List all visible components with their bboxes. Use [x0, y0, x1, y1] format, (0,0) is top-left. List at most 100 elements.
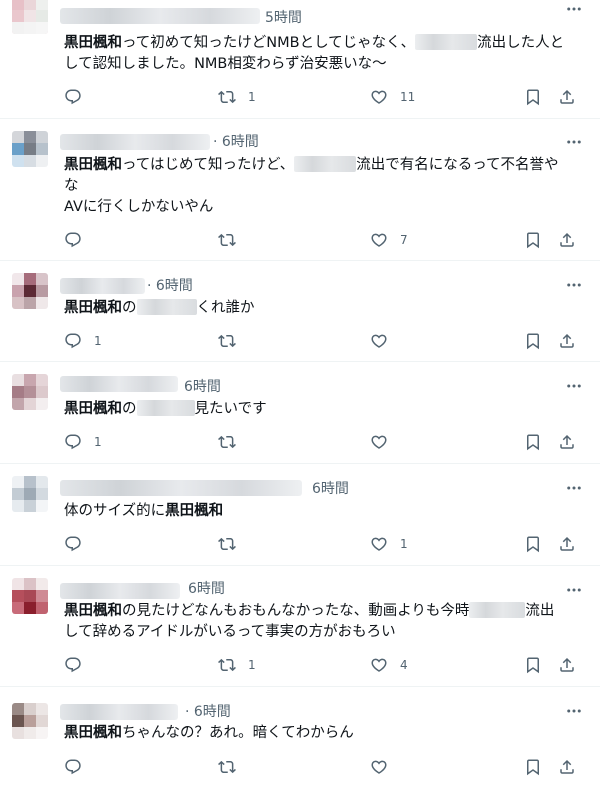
- highlight-keyword: 黒田楓和: [64, 157, 122, 173]
- avatar[interactable]: [12, 273, 48, 309]
- like-icon: [370, 535, 388, 553]
- post[interactable]: 6時間 黒田楓和の 見たいです 1: [0, 362, 600, 464]
- reply-button[interactable]: [64, 756, 94, 778]
- bookmark-button[interactable]: [524, 86, 542, 108]
- avatar[interactable]: [12, 374, 48, 410]
- post-time[interactable]: 6時間: [188, 580, 225, 598]
- author-name[interactable]: [60, 376, 178, 392]
- post[interactable]: · 6時間 黒田楓和の くれ誰か 1: [0, 261, 600, 362]
- retweet-icon: [218, 758, 236, 776]
- share-button[interactable]: [558, 229, 576, 251]
- like-button[interactable]: [370, 756, 400, 778]
- post-text: 黒田楓和って初めて知ったけどNMBとしてじゃなく、 流出した人と して認知しました…: [64, 34, 565, 72]
- highlight-keyword: 黒田楓和: [64, 603, 122, 619]
- post[interactable]: · 6時間 黒田楓和ってはじめて知ったけど、 流出で有名になるって不名誉や な A…: [0, 119, 600, 261]
- retweet-button[interactable]: [218, 756, 248, 778]
- reply-button[interactable]: [64, 533, 94, 555]
- share-icon: [558, 88, 576, 106]
- more-icon[interactable]: [564, 581, 584, 599]
- author-name[interactable]: [60, 704, 178, 720]
- retweet-button[interactable]: 1: [218, 654, 256, 676]
- avatar[interactable]: [12, 131, 48, 167]
- retweet-icon: [218, 332, 236, 350]
- bookmark-icon: [524, 231, 542, 249]
- highlight-keyword: 黒田楓和: [165, 503, 224, 519]
- reply-icon: [64, 535, 82, 553]
- more-icon[interactable]: [564, 702, 584, 720]
- like-button[interactable]: 1: [370, 533, 408, 555]
- author-name[interactable]: [60, 583, 180, 599]
- post-time[interactable]: 6時間: [312, 480, 349, 498]
- bookmark-button[interactable]: [524, 533, 542, 555]
- post-time[interactable]: · 6時間: [185, 703, 231, 721]
- author-name[interactable]: [60, 480, 302, 496]
- bookmark-button[interactable]: [524, 229, 542, 251]
- post-time[interactable]: · 6時間: [213, 133, 259, 151]
- post-text: 黒田楓和ってはじめて知ったけど、 流出で有名になるって不名誉や な AVに行くしか…: [64, 156, 559, 215]
- like-button[interactable]: [370, 330, 400, 352]
- action-bar: 1 11: [64, 86, 584, 108]
- more-icon[interactable]: [564, 133, 584, 151]
- post-time[interactable]: 5時間: [265, 9, 302, 27]
- author-name[interactable]: [60, 134, 210, 150]
- avatar[interactable]: [12, 0, 48, 34]
- post-text: 体のサイズ的に黒田楓和: [64, 503, 224, 519]
- like-button[interactable]: 11: [370, 86, 415, 108]
- retweet-button[interactable]: [218, 431, 248, 453]
- reply-button[interactable]: [64, 654, 94, 676]
- post-text: 黒田楓和ちゃんなの？あれ。暗くてわからん: [64, 725, 354, 741]
- more-icon[interactable]: [564, 276, 584, 294]
- share-button[interactable]: [558, 86, 576, 108]
- post-text: 黒田楓和の見たけどなんもおもんなかったな、動画よりも今時 流出 して辞めるアイドル…: [64, 602, 555, 640]
- share-icon: [558, 535, 576, 553]
- redacted-text: [136, 400, 195, 416]
- reply-button[interactable]: 1: [64, 431, 102, 453]
- share-button[interactable]: [558, 431, 576, 453]
- post-time[interactable]: 6時間: [184, 378, 221, 396]
- post[interactable]: · 6時間 黒田楓和ちゃんなの？あれ。暗くてわからん: [0, 687, 600, 792]
- reply-icon: [64, 88, 82, 106]
- reply-button[interactable]: 1: [64, 330, 102, 352]
- share-button[interactable]: [558, 330, 576, 352]
- bookmark-button[interactable]: [524, 431, 542, 453]
- retweet-icon: [218, 656, 236, 674]
- avatar[interactable]: [12, 578, 48, 614]
- retweet-button[interactable]: [218, 533, 248, 555]
- retweet-button[interactable]: [218, 229, 248, 251]
- post[interactable]: 5時間 黒田楓和って初めて知ったけどNMBとしてじゃなく、 流出した人と して認知…: [0, 0, 600, 119]
- avatar[interactable]: [12, 476, 48, 512]
- retweet-button[interactable]: [218, 330, 248, 352]
- retweet-icon: [218, 535, 236, 553]
- bookmark-button[interactable]: [524, 654, 542, 676]
- reply-icon: [64, 758, 82, 776]
- like-button[interactable]: 7: [370, 229, 408, 251]
- share-icon: [558, 231, 576, 249]
- author-name[interactable]: [60, 8, 260, 24]
- bookmark-button[interactable]: [524, 756, 542, 778]
- like-button[interactable]: [370, 431, 400, 453]
- share-icon: [558, 433, 576, 451]
- highlight-keyword: 黒田楓和: [64, 725, 122, 741]
- bookmark-button[interactable]: [524, 330, 542, 352]
- reply-button[interactable]: [64, 229, 94, 251]
- post-time[interactable]: · 6時間: [147, 277, 193, 295]
- like-icon: [370, 88, 388, 106]
- highlight-keyword: 黒田楓和: [64, 401, 122, 417]
- redacted-text: [294, 156, 357, 172]
- share-button[interactable]: [558, 654, 576, 676]
- reply-button[interactable]: [64, 86, 94, 108]
- bookmark-icon: [524, 332, 542, 350]
- post[interactable]: 6時間 体のサイズ的に黒田楓和 1: [0, 464, 600, 566]
- highlight-keyword: 黒田楓和: [64, 300, 122, 316]
- reply-icon: [64, 231, 82, 249]
- more-icon[interactable]: [564, 377, 584, 395]
- retweet-button[interactable]: 1: [218, 86, 256, 108]
- post[interactable]: 6時間 黒田楓和の見たけどなんもおもんなかったな、動画よりも今時 流出 して辞める…: [0, 566, 600, 687]
- share-button[interactable]: [558, 756, 576, 778]
- author-name[interactable]: [60, 278, 145, 294]
- avatar[interactable]: [12, 703, 48, 739]
- share-button[interactable]: [558, 533, 576, 555]
- more-icon[interactable]: [564, 479, 584, 497]
- more-icon[interactable]: [564, 0, 584, 18]
- like-button[interactable]: 4: [370, 654, 408, 676]
